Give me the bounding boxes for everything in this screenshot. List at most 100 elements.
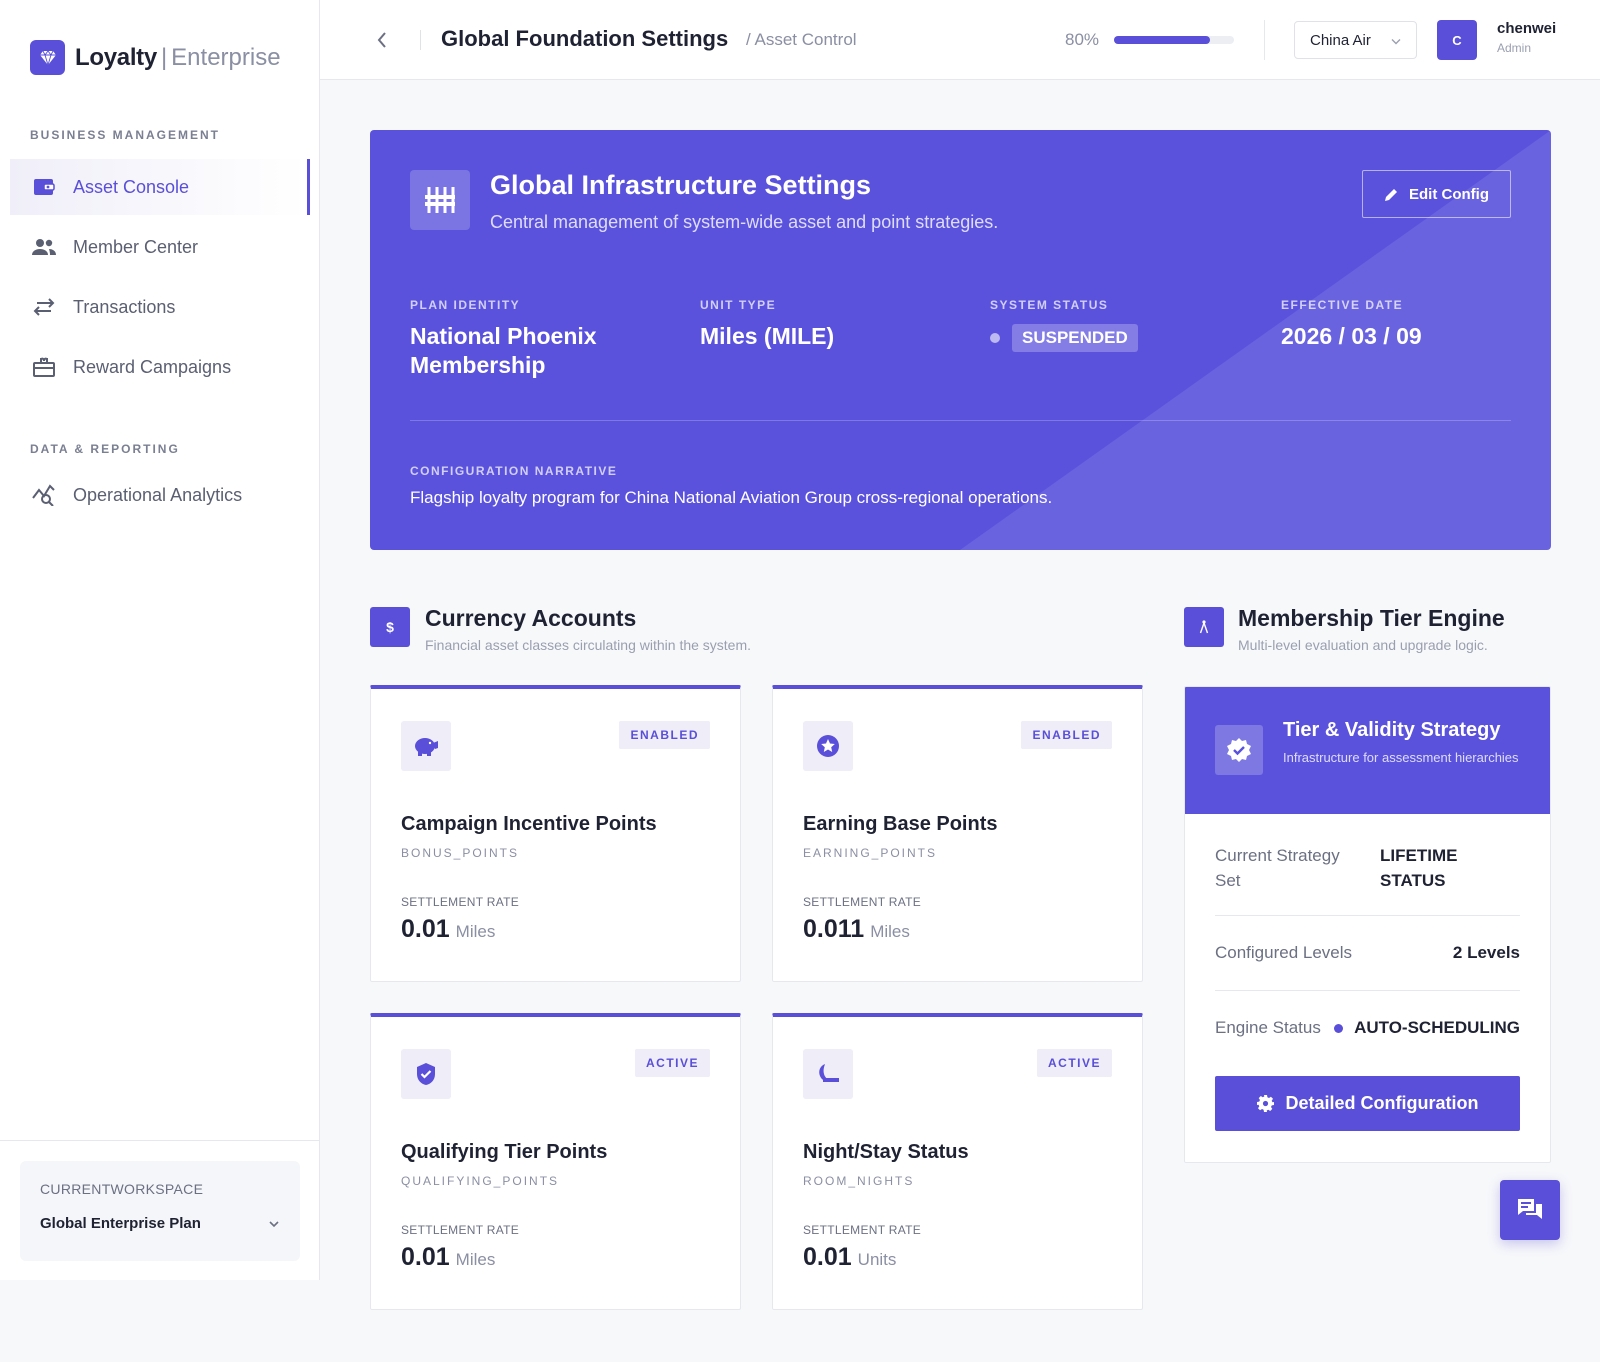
- current-strategy-row: Current Strategy Set LIFETIME STATUS: [1215, 843, 1520, 893]
- divider: [1215, 915, 1520, 916]
- plan-identity-label: PLAN IDENTITY: [410, 298, 521, 312]
- user-role: Admin: [1497, 41, 1532, 55]
- user-name[interactable]: chenwei: [1497, 20, 1556, 37]
- sidebar-item-label: Reward Campaigns: [73, 356, 232, 377]
- current-strategy-value-line-1: LIFETIME: [1380, 846, 1458, 865]
- sidebar-item-member-center[interactable]: Member Center: [10, 219, 310, 275]
- workspace-value-row: Global Enterprise Plan: [40, 1215, 280, 1232]
- engine-status-row: Engine Status AUTO-SCHEDULING: [1215, 1018, 1520, 1038]
- currency-card-earning-points[interactable]: ENABLED Earning Base Points EARNING_POIN…: [772, 685, 1143, 982]
- sidebar-item-label: Asset Console: [73, 176, 190, 197]
- workspace-value: Global Enterprise Plan: [40, 1215, 201, 1232]
- sidebar-item-transactions[interactable]: Transactions: [10, 279, 310, 335]
- hero-divider: [410, 420, 1511, 421]
- detailed-configuration-button[interactable]: Detailed Configuration: [1215, 1076, 1520, 1131]
- rate-value: 0.01: [401, 1243, 450, 1271]
- sidebar: Loyalty | Enterprise BUSINESS MANAGEMENT…: [0, 0, 320, 1280]
- rate-unit: Units: [857, 1250, 897, 1269]
- tier-strategy-card: Tier & Validity Strategy Infrastructure …: [1184, 686, 1551, 1163]
- status-badge: ACTIVE: [634, 1049, 710, 1077]
- current-strategy-label: Current Strategy Set: [1215, 843, 1340, 893]
- sidebar-footer: CURRENTWORKSPACE Global Enterprise Plan: [0, 1140, 320, 1280]
- currency-code: EARNING_POINTS: [803, 846, 938, 860]
- star-circle-icon: [803, 721, 853, 771]
- chat-button[interactable]: [1500, 1180, 1560, 1240]
- currency-name: Night/Stay Status: [803, 1141, 969, 1163]
- configured-levels-value: 2 Levels: [1452, 943, 1520, 962]
- nav-section-data: DATA & REPORTING: [30, 442, 180, 456]
- tier-card-title: Tier & Validity Strategy: [1283, 719, 1501, 741]
- chevron-down-icon: [1391, 32, 1401, 49]
- brand[interactable]: Loyalty | Enterprise: [30, 40, 281, 75]
- settlement-rate: 0.01 Miles: [401, 1243, 495, 1272]
- status-badge: ENABLED: [1021, 721, 1112, 749]
- current-strategy-value-line-2: STATUS: [1380, 871, 1446, 890]
- progress-text: 80%: [1065, 30, 1100, 49]
- edit-config-button[interactable]: Edit Config: [1362, 170, 1511, 218]
- compass-icon: [1184, 607, 1224, 647]
- rate-unit: Miles: [870, 922, 910, 941]
- currency-name: Qualifying Tier Points: [401, 1141, 608, 1163]
- nav-section-business: BUSINESS MANAGEMENT: [30, 128, 221, 142]
- status-dot: [1334, 1023, 1344, 1033]
- plan-identity-value: National Phoenix Membership: [410, 322, 597, 380]
- engine-status-value-wrap: AUTO-SCHEDULING: [1334, 1018, 1520, 1038]
- moon-icon: [803, 1049, 853, 1099]
- hero-card: Global Infrastructure Settings Central m…: [370, 130, 1551, 550]
- currency-code: BONUS_POINTS: [401, 846, 520, 860]
- plan-identity-line-2: Membership: [410, 352, 546, 378]
- rate-value: 0.01: [401, 915, 450, 943]
- currency-name: Earning Base Points: [803, 813, 998, 835]
- brand-suffix: Enterprise: [171, 43, 281, 71]
- sidebar-item-label: Member Center: [73, 236, 199, 257]
- plan-identity-line-1: National Phoenix: [410, 323, 597, 349]
- gear-icon: [1256, 1095, 1274, 1112]
- currency-card-room-nights[interactable]: ACTIVE Night/Stay Status ROOM_NIGHTS SET…: [772, 1013, 1143, 1310]
- rate-value: 0.01: [803, 1243, 852, 1271]
- analytics-icon: [32, 483, 56, 507]
- currency-card-qualifying-points[interactable]: ACTIVE Qualifying Tier Points QUALIFYING…: [370, 1013, 741, 1310]
- organization-select[interactable]: China Air: [1294, 21, 1417, 59]
- badge-check-icon: [1215, 725, 1263, 775]
- engine-status-value: AUTO-SCHEDULING: [1354, 1018, 1520, 1037]
- narrative-label: CONFIGURATION NARRATIVE: [410, 464, 618, 478]
- currency-code: ROOM_NIGHTS: [803, 1174, 915, 1188]
- workspace-selector[interactable]: CURRENTWORKSPACE Global Enterprise Plan: [20, 1161, 300, 1261]
- currency-code: QUALIFYING_POINTS: [401, 1174, 560, 1188]
- edit-config-label: Edit Config: [1409, 185, 1489, 203]
- settlement-rate-label: SETTLEMENT RATE: [803, 1223, 922, 1237]
- brand-name: Loyalty: [75, 43, 157, 71]
- settlement-rate-label: SETTLEMENT RATE: [803, 895, 922, 909]
- rate-unit: Miles: [455, 1250, 496, 1269]
- configured-levels-row: Configured Levels 2 Levels: [1215, 943, 1520, 963]
- unit-type-label: UNIT TYPE: [700, 298, 777, 312]
- settlement-rate-label: SETTLEMENT RATE: [401, 895, 520, 909]
- tier-section-title: Membership Tier Engine: [1238, 605, 1505, 631]
- rate-unit: Miles: [455, 922, 496, 941]
- sidebar-item-operational-analytics[interactable]: Operational Analytics: [10, 467, 310, 523]
- gift-icon: [32, 355, 56, 379]
- current-strategy-label-line-2: Set: [1215, 871, 1241, 890]
- settlement-rate: 0.01 Miles: [401, 915, 495, 944]
- hero-title: Global Infrastructure Settings: [490, 170, 872, 200]
- configured-levels-label: Configured Levels: [1215, 943, 1353, 962]
- dollar-icon: $: [370, 607, 410, 647]
- currency-section-title: Currency Accounts: [425, 605, 637, 631]
- avatar[interactable]: C: [1437, 20, 1477, 60]
- system-status: SUSPENDED: [990, 324, 1138, 352]
- page-title: Global Foundation Settings: [441, 26, 729, 51]
- effective-date-label: EFFECTIVE DATE: [1281, 298, 1404, 312]
- currency-card-bonus-points[interactable]: ENABLED Campaign Incentive Points BONUS_…: [370, 685, 741, 982]
- sidebar-item-asset-console[interactable]: Asset Console: [10, 159, 310, 215]
- shield-check-icon: [401, 1049, 451, 1099]
- settlement-rate: 0.01 Units: [803, 1243, 896, 1272]
- hero-subtitle: Central management of system-wide asset …: [490, 212, 999, 232]
- currency-section-subtitle: Financial asset classes circulating with…: [425, 637, 752, 653]
- back-button[interactable]: [370, 28, 394, 52]
- diamond-logo-icon: [30, 40, 65, 75]
- sidebar-item-reward-campaigns[interactable]: Reward Campaigns: [10, 339, 310, 395]
- divider: [1264, 20, 1265, 60]
- breadcrumb[interactable]: / Asset Control: [746, 30, 857, 50]
- sidebar-item-label: Operational Analytics: [73, 484, 243, 505]
- organization-value: China Air: [1310, 31, 1371, 49]
